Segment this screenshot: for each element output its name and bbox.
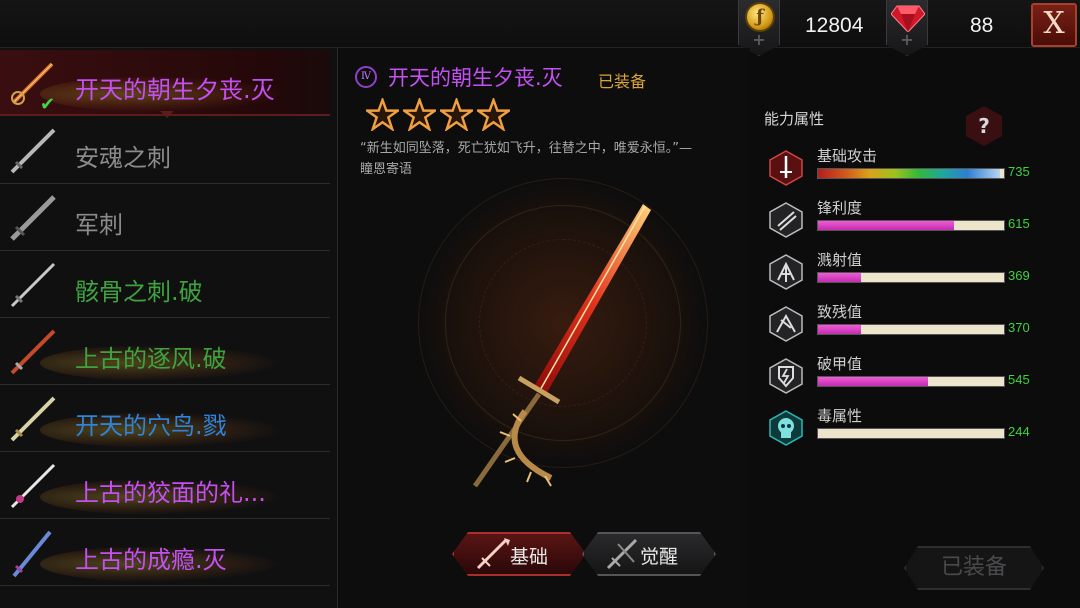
weapon-list-item[interactable]: 上古的狡面的礼... — [0, 453, 330, 519]
attribute-bar — [817, 168, 1005, 179]
attribute-row: 破甲值 545 — [768, 355, 1058, 402]
attribute-name: 致残值 — [817, 303, 863, 321]
tab-label: 基础 — [510, 546, 549, 568]
weapon-list-item[interactable]: 军刺 — [0, 185, 330, 251]
awaken-sword-icon — [606, 538, 638, 570]
weapon-name: 军刺 — [75, 211, 123, 239]
poison-skull-icon — [769, 410, 803, 446]
add-gold-icon[interactable]: + — [739, 30, 779, 49]
selection-pointer-icon — [160, 111, 174, 118]
attribute-fill — [818, 221, 954, 230]
weapon-title: 开天的朝生夕丧.灭 — [388, 66, 563, 90]
attribute-value: 370 — [1008, 320, 1030, 335]
weapon-list-item[interactable]: 骸骨之刺.破 — [0, 252, 330, 318]
weapon-thumbnail-icon — [10, 262, 56, 308]
weapon-name: 骸骨之刺.破 — [75, 278, 203, 306]
attribute-title: 能力属性 — [764, 110, 825, 128]
attribute-value: 545 — [1008, 372, 1030, 387]
star-icon — [477, 98, 510, 131]
star-icon — [366, 98, 399, 131]
attribute-row: 溅射值 369 — [768, 251, 1058, 298]
weapon-thumbnail-icon — [10, 463, 56, 509]
attribute-name: 破甲值 — [817, 355, 863, 373]
attribute-row: 基础攻击 735 — [768, 147, 1058, 194]
weapon-list-item[interactable]: 开天的朝生夕丧.灭 ✔ — [0, 50, 330, 116]
sharpness-icon — [769, 202, 803, 238]
attribute-name: 基础攻击 — [817, 147, 878, 165]
weapon-name: 上古的逐风.破 — [75, 345, 227, 373]
weapon-quote: “新生如同坠落，死亡犹如飞升，往替之中，唯爱永恒。”—瞳恩寄语 — [360, 141, 692, 177]
weapon-artwork — [472, 204, 651, 488]
weapon-name: 安魂之刺 — [75, 144, 171, 172]
ruby-gem-icon — [891, 5, 925, 32]
attribute-value: 369 — [1008, 268, 1030, 283]
attribute-bar — [817, 324, 1005, 335]
attribute-name: 锋利度 — [817, 199, 863, 217]
tab-label: 觉醒 — [640, 546, 679, 568]
tab-awaken[interactable]: 觉醒 — [582, 532, 716, 576]
top-bar: + 12804 + 88 X — [0, 0, 1080, 56]
attribute-bar — [817, 272, 1005, 283]
weapon-list-item[interactable]: 上古的成瘾.灭 — [0, 520, 330, 586]
attribute-row: 锋利度 615 — [768, 199, 1058, 246]
attribute-bar — [817, 428, 1005, 439]
star-icon — [403, 98, 436, 131]
add-gem-icon[interactable]: + — [887, 30, 927, 49]
weapon-name: 上古的狡面的礼... — [75, 479, 266, 507]
weapon-name: 开天的朝生夕丧.灭 — [75, 76, 275, 104]
base-attack-icon — [769, 150, 803, 186]
weapon-thumbnail-icon — [10, 329, 56, 375]
weapon-thumbnail-icon — [10, 195, 56, 241]
attribute-row: 致残值 370 — [768, 303, 1058, 350]
star-icon — [440, 98, 473, 131]
weapon-thumbnail-icon — [10, 396, 56, 442]
attribute-fill — [818, 273, 861, 282]
equipped-check-icon: ✔ — [40, 94, 56, 115]
equip-button[interactable]: 已装备 — [904, 546, 1044, 590]
armor-break-icon — [769, 358, 803, 394]
attribute-value: 615 — [1008, 216, 1030, 231]
attribute-fill — [818, 377, 928, 386]
help-button[interactable]: ? — [966, 106, 1002, 146]
weapon-list-item[interactable]: 开天的穴鸟.戮 — [0, 386, 330, 452]
basic-sword-icon — [476, 538, 510, 570]
gem-amount: 88 — [970, 14, 994, 37]
weapon-name: 上古的成瘾.灭 — [75, 546, 227, 574]
gem-slot[interactable]: + — [886, 0, 928, 56]
gold-coin-icon — [745, 2, 775, 32]
attribute-name: 毒属性 — [817, 407, 863, 425]
weapon-list-item[interactable]: 安魂之刺 — [0, 118, 330, 184]
weapon-list[interactable]: 开天的朝生夕丧.灭 ✔ 安魂之刺 军刺 骸骨之刺.破 上古的逐风.破 开天的穴鸟… — [0, 48, 338, 608]
weapon-list-item[interactable]: 上古的逐风.破 — [0, 319, 330, 385]
equipped-label: 已装备 — [598, 72, 647, 91]
attribute-bar — [817, 220, 1005, 231]
weapon-thumbnail-icon — [12, 530, 52, 578]
tab-basic[interactable]: 基础 — [452, 532, 586, 576]
weapon-thumbnail-icon — [10, 128, 56, 174]
attribute-fill — [818, 169, 1001, 178]
cripple-icon — [769, 306, 803, 342]
attribute-row: 毒属性 244 — [768, 407, 1058, 454]
attribute-bar — [817, 376, 1005, 387]
close-button[interactable]: X — [1031, 3, 1077, 47]
attribute-panel: 能力属性 ? 基础攻击 735 锋利度 615 溅射值 369 致残值 370 … — [752, 96, 1052, 456]
tier-badge: Ⅳ — [355, 66, 377, 88]
splash-icon — [769, 254, 803, 290]
attribute-fill — [818, 325, 861, 334]
attribute-name: 溅射值 — [817, 251, 863, 269]
attribute-value: 244 — [1008, 424, 1030, 439]
star-rating — [366, 98, 514, 135]
gold-amount: 12804 — [805, 14, 864, 37]
attribute-value: 735 — [1008, 164, 1030, 179]
weapon-name: 开天的穴鸟.戮 — [75, 412, 227, 440]
weapon-detail-panel: Ⅳ 开天的朝生夕丧.灭 已装备 “新生如同坠落，死亡犹如飞升，往替之中，唯爱永恒… — [340, 48, 750, 608]
